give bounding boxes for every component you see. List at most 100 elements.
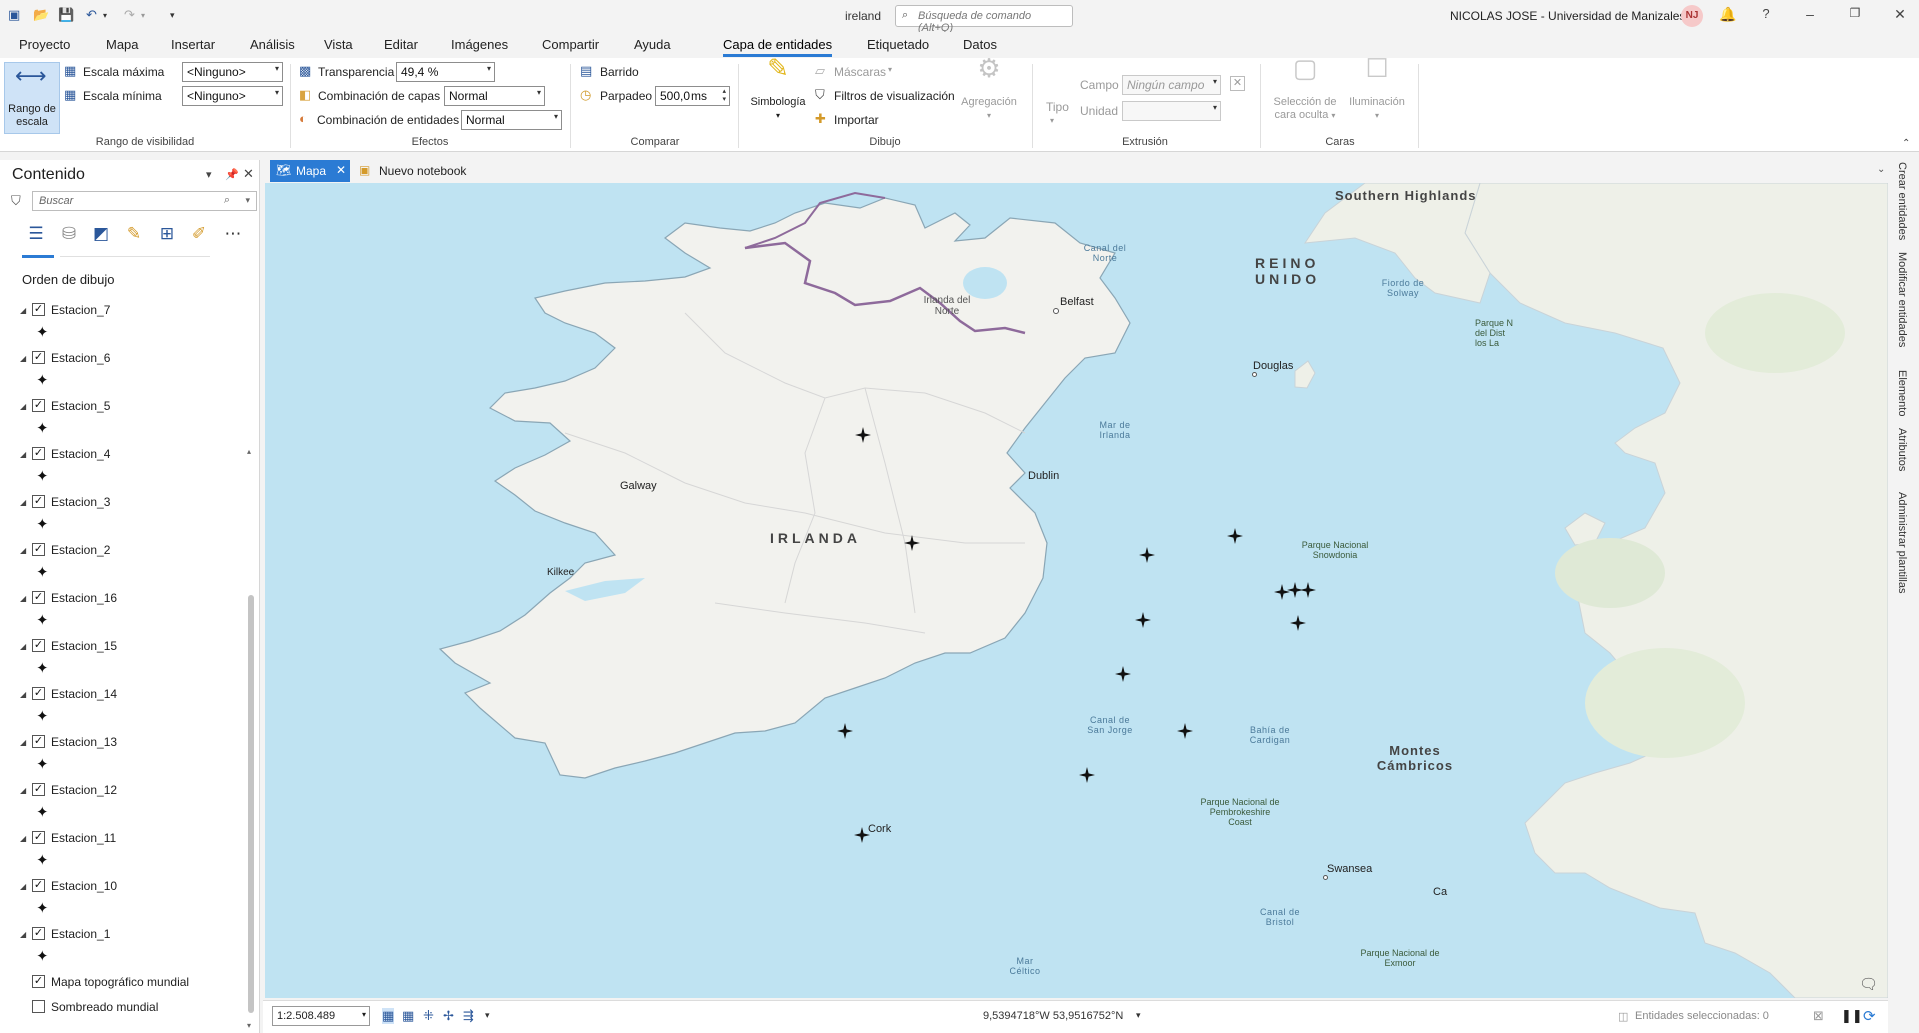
restore-icon[interactable]: ❐ [1845,6,1865,20]
list-by-selection-icon[interactable]: ◩ [89,224,113,244]
extrusion-unit-select[interactable]: ▾ [1122,101,1221,121]
layer-blend-select[interactable]: Normal ▾ [444,86,545,106]
expression-icon[interactable]: ✕ [1230,76,1245,91]
layer-item[interactable]: ◢ ✓ Estacion_4 ✦ [0,446,245,494]
list-by-labeling-icon[interactable]: ✐ [187,224,211,244]
station-marker[interactable] [1135,612,1151,628]
import-button[interactable]: Importar [834,113,879,127]
chevron-down-icon[interactable]: ▾ [1050,116,1054,125]
max-scale-select[interactable]: <Ninguno> ▾ [182,62,283,82]
station-marker[interactable] [837,723,853,739]
tab-mapa[interactable]: Mapa [106,37,139,52]
side-tab-administrar-plantillas[interactable]: Administrar plantillas [1896,492,1908,593]
open-icon[interactable]: 📂 [33,7,49,25]
layer-item[interactable]: ◢ ✓ Estacion_5 ✦ [0,398,245,446]
display-filters-button[interactable]: Filtros de visualización [834,89,955,103]
scroll-down-icon[interactable]: ▾ [247,1021,251,1030]
expand-triangle-icon[interactable]: ◢ [20,642,26,651]
avatar[interactable]: NJ [1681,5,1703,27]
expand-triangle-icon[interactable]: ◢ [20,306,26,315]
command-search-input[interactable]: ⌕ Búsqueda de comando (Alt+Q) [895,5,1073,34]
expand-triangle-icon[interactable]: ◢ [20,594,26,603]
layer-item[interactable]: ◢ ✓ Estacion_12 ✦ [0,782,245,830]
aggregation-button[interactable]: ⚙ Agregación ▾ [954,55,1024,122]
tab-compartir[interactable]: Compartir [542,37,599,52]
scale-range-button[interactable]: ⟷ Rango de escala [4,62,60,134]
customize-toolbar-icon[interactable]: ▾ [170,10,175,28]
expand-triangle-icon[interactable]: ◢ [20,786,26,795]
layer-visibility-checkbox[interactable]: ✓ [32,351,45,364]
layer-item[interactable]: ◢ ✓ Estacion_3 ✦ [0,494,245,542]
notifications-icon[interactable]: 🗨 [1859,975,1878,993]
new-project-icon[interactable]: ▣ [8,7,20,25]
list-by-snapping-icon[interactable]: ⊞ [155,224,179,244]
station-marker[interactable] [1290,615,1306,631]
redo-dropdown-icon[interactable]: ▾ [141,11,145,29]
selected-features-count[interactable]: Entidades seleccionadas: 0 [1635,1010,1769,1022]
station-marker[interactable] [854,827,870,843]
layer-visibility-checkbox[interactable]: ✓ [32,495,45,508]
coordinates-dropdown-icon[interactable]: ▾ [1136,1010,1141,1021]
station-marker[interactable] [1177,723,1193,739]
pane-options-icon[interactable]: ▾ [206,168,212,181]
layer-visibility-checkbox[interactable]: ✓ [32,783,45,796]
station-marker[interactable] [1300,582,1316,598]
layer-visibility-checkbox[interactable]: ✓ [32,975,45,988]
expand-triangle-icon[interactable]: ◢ [20,450,26,459]
layer-visibility-checkbox[interactable]: ✓ [32,927,45,940]
flicker-icon[interactable]: ◷ [580,87,591,103]
tab-proyecto[interactable]: Proyecto [19,37,70,52]
expand-triangle-icon[interactable]: ◢ [20,882,26,891]
expand-triangle-icon[interactable]: ◢ [20,546,26,555]
side-tab-elemento[interactable]: Elemento [1896,370,1908,416]
layer-visibility-checkbox[interactable]: ✓ [32,879,45,892]
transparency-input[interactable]: 49,4 % ▾ [396,62,495,82]
more-icon[interactable]: ⋯ [221,224,245,244]
expand-triangle-icon[interactable]: ◢ [20,354,26,363]
list-by-editing-icon[interactable]: ✎ [122,224,146,244]
station-marker[interactable] [904,535,920,551]
refresh-icon[interactable]: ⟳ [1863,1007,1876,1025]
expand-triangle-icon[interactable]: ◢ [20,738,26,747]
redo-icon[interactable]: ↷ [124,7,135,25]
side-tab-atributos[interactable]: Atributos [1896,428,1908,471]
layer-item[interactable]: ◢ ✓ Estacion_7 ✦ [0,302,245,350]
extrusion-field-select[interactable]: Ningún campo ▾ [1122,75,1221,95]
tab-imagenes[interactable]: Imágenes [451,37,508,52]
collapse-ribbon-icon[interactable]: ⌃ [1902,138,1910,149]
chevron-down-icon[interactable]: ▾ [245,195,250,206]
expand-triangle-icon[interactable]: ◢ [20,498,26,507]
lighting-button[interactable]: ☐ Iluminación ▾ [1342,55,1412,122]
pin-icon[interactable]: 📌 [225,168,239,181]
layer-item[interactable]: ◢ ✓ Estacion_15 ✦ [0,638,245,686]
clear-selection-icon[interactable]: ⊠ [1813,1008,1824,1024]
tab-vista[interactable]: Vista [324,37,353,52]
layer-item[interactable]: ◢ ✓ Estacion_11 ✦ [0,830,245,878]
layer-visibility-checkbox[interactable]: ✓ [32,399,45,412]
undo-dropdown-icon[interactable]: ▾ [103,11,107,29]
spinner-icon[interactable]: ▴ ▾ [722,87,726,103]
expand-triangle-icon[interactable]: ◢ [20,930,26,939]
masks-button[interactable]: Máscaras [834,65,886,79]
swipe-button[interactable]: Barrido [600,65,639,79]
navigator-icon[interactable]: ⇶ [463,1008,474,1024]
close-tab-icon[interactable]: ✕ [336,163,346,177]
swipe-icon[interactable]: ▤ [580,63,592,79]
pause-drawing-button[interactable]: ❚❚ [1841,1008,1863,1024]
tab-map-view[interactable]: 🗺 Mapa ✕ [270,160,350,182]
filter-icon[interactable]: ⛉ [11,193,21,209]
station-marker[interactable] [1227,528,1243,544]
list-by-data-source-icon[interactable]: ⛁ [57,224,81,244]
scroll-up-icon[interactable]: ▴ [247,447,251,456]
layer-visibility-checkbox[interactable]: ✓ [32,591,45,604]
tab-insertar[interactable]: Insertar [171,37,215,52]
layer-item[interactable]: ◢ ✓ Estacion_10 ✦ [0,878,245,926]
tab-ayuda[interactable]: Ayuda [634,37,671,52]
layer-item[interactable]: ◢ ✓ Estacion_2 ✦ [0,542,245,590]
side-tab-crear-entidades[interactable]: Crear entidades [1896,162,1908,240]
layer-item[interactable]: ◢ ✓ Estacion_1 ✦ [0,926,245,974]
close-pane-icon[interactable]: ✕ [243,166,254,182]
layer-item[interactable]: ◢ ✓ Estacion_16 ✦ [0,590,245,638]
layer-visibility-checkbox[interactable]: ✓ [32,447,45,460]
scroll-thumb[interactable] [248,595,254,1013]
